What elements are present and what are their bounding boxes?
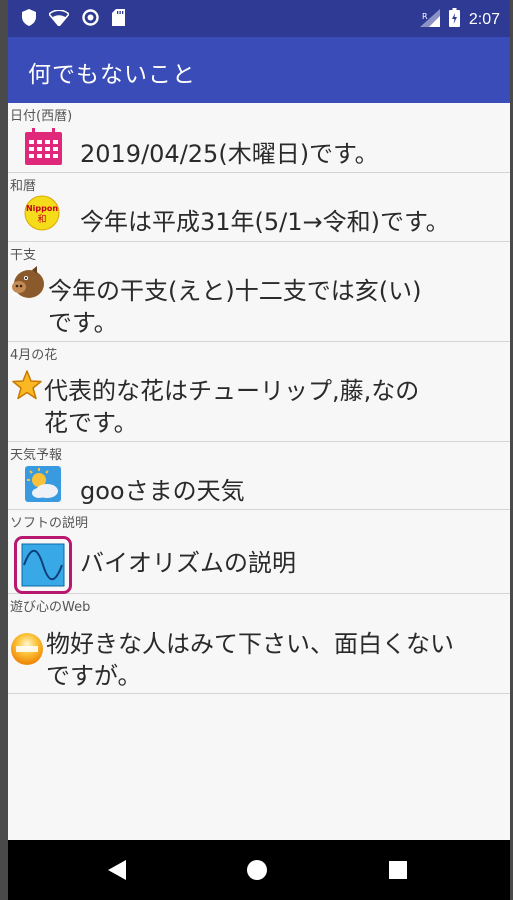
wifi-off-icon [47,8,71,30]
battery-icon [448,8,460,31]
list-item-fun-web[interactable]: 遊び心のWeb 物好きな人はみて下さい、面白くないですが。 [8,594,510,694]
list-item-label: 遊び心のWeb [10,600,91,615]
status-bar: R 2:07 [8,0,510,37]
list-item-date[interactable]: 日付(西暦) 2019/04/25(木曜日)です。 [8,103,510,173]
nippon-badge-icon: Nippon 和 [22,195,62,235]
list-item-label: 日付(西暦) [10,109,73,124]
list-item-flower[interactable]: 4月の花 代表的な花はチューリップ,藤,なの花です。 [8,342,510,442]
home-icon[interactable] [241,854,273,886]
list-item-label: ソフトの説明 [10,516,89,531]
weather-icon [25,466,61,506]
app-title: 何でもないこと [28,62,196,88]
svg-text:Nippon: Nippon [26,204,58,213]
svg-text:和: 和 [37,214,46,225]
sd-card-icon [112,9,125,30]
shield-icon [22,9,36,30]
back-icon[interactable] [101,854,133,886]
list-item-label: 天気予報 [10,448,63,463]
list-item-text: 今年は平成31年(5/1→令和)です。 [80,208,450,236]
list-item-text: 今年の干支(えと)十二支では亥(い)です。 [48,277,422,337]
app-bar: 何でもないこと [8,37,510,103]
list-item-software-info[interactable]: ソフトの説明 バイオリズムの説明 [8,510,510,594]
svg-text:R: R [422,12,428,21]
list-item-text: バイオリズムの説明 [80,549,296,577]
recents-icon[interactable] [382,854,414,886]
menu-list: 日付(西暦) 2019/04/25(木曜日)です。 和暦 Nippon 和 今年… [8,103,510,840]
list-item-weather[interactable]: 天気予報 gooさまの天気 [8,442,510,510]
circle-icon [82,9,99,30]
list-item-label: 4月の花 [10,348,58,363]
list-item-label: 干支 [10,248,37,263]
navigation-bar [8,840,510,900]
list-item-text: gooさまの天気 [80,477,245,505]
list-item-text: 物好きな人はみて下さい、面白くないですが。 [46,630,454,690]
list-item-text: 代表的な花はチューリップ,藤,なの花です。 [44,377,420,437]
calendar-icon [25,128,62,169]
list-item-zodiac[interactable]: 干支 今年の干支(えと)十二支では亥(い)です。 [8,242,510,342]
sun-face-icon [10,632,44,670]
star-icon [12,370,42,404]
list-item-text: 2019/04/25(木曜日)です。 [80,140,379,168]
signal-icon: R [419,8,440,31]
boar-icon [10,266,46,304]
device-frame: R 2:07 何でもないこと 日付(西暦) 2019/04/25(木曜日)です。… [8,0,510,900]
list-item-label: 和暦 [10,179,37,194]
biorhythm-icon [14,536,72,598]
list-item-japanese-era[interactable]: 和暦 Nippon 和 今年は平成31年(5/1→令和)です。 [8,173,510,242]
clock-time: 2:07 [468,10,500,28]
